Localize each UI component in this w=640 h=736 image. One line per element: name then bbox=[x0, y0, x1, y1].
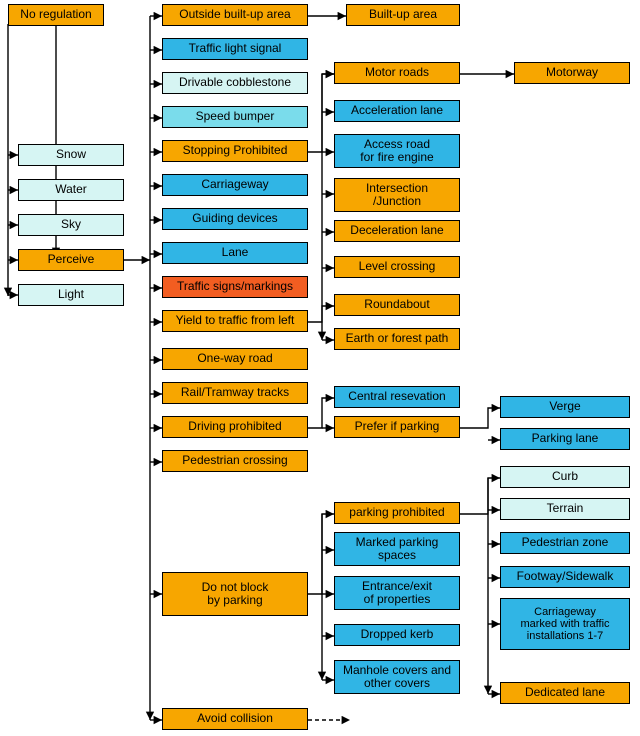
node-sky: Sky bbox=[18, 214, 124, 236]
node-carriageway-marked-installations: Carriageway marked with traffic installa… bbox=[500, 598, 630, 650]
node-dropped-kerb: Dropped kerb bbox=[334, 624, 460, 646]
node-drivable-cobblestone: Drivable cobblestone bbox=[162, 72, 308, 94]
node-entrance-exit-properties: Entrance/exit of properties bbox=[334, 576, 460, 610]
node-motorway: Motorway bbox=[514, 62, 630, 84]
node-one-way-road: One-way road bbox=[162, 348, 308, 370]
node-manhole-covers: Manhole covers and other covers bbox=[334, 660, 460, 694]
node-driving-prohibited: Driving prohibited bbox=[162, 416, 308, 438]
node-snow: Snow bbox=[18, 144, 124, 166]
node-lane: Lane bbox=[162, 242, 308, 264]
node-yield-left: Yield to traffic from left bbox=[162, 310, 308, 332]
node-carriageway: Carriageway bbox=[162, 174, 308, 196]
node-avoid-collision: Avoid collision bbox=[162, 708, 308, 730]
node-dedicated-lane: Dedicated lane bbox=[500, 682, 630, 704]
node-curb: Curb bbox=[500, 466, 630, 488]
node-parking-lane: Parking lane bbox=[500, 428, 630, 450]
node-speed-bumper: Speed bumper bbox=[162, 106, 308, 128]
node-do-not-block-parking: Do not block by parking bbox=[162, 572, 308, 616]
node-pedestrian-zone: Pedestrian zone bbox=[500, 532, 630, 554]
node-prefer-if-parking: Prefer if parking bbox=[334, 416, 460, 438]
node-earth-forest-path: Earth or forest path bbox=[334, 328, 460, 350]
node-pedestrian-crossing: Pedestrian crossing bbox=[162, 450, 308, 472]
node-terrain: Terrain bbox=[500, 498, 630, 520]
node-guiding-devices: Guiding devices bbox=[162, 208, 308, 230]
node-light: Light bbox=[18, 284, 124, 306]
node-parking-prohibited: parking prohibited bbox=[334, 502, 460, 524]
node-fire-access-road: Access road for fire engine bbox=[334, 134, 460, 168]
node-no-regulation: No regulation bbox=[8, 4, 104, 26]
node-roundabout: Roundabout bbox=[334, 294, 460, 316]
node-footway-sidewalk: Footway/Sidewalk bbox=[500, 566, 630, 588]
node-intersection-junction: Intersection /Junction bbox=[334, 178, 460, 212]
node-acceleration-lane: Acceleration lane bbox=[334, 100, 460, 122]
node-water: Water bbox=[18, 179, 124, 201]
node-perceive: Perceive bbox=[18, 249, 124, 271]
node-deceleration-lane: Deceleration lane bbox=[334, 220, 460, 242]
node-outside-builtup: Outside built-up area bbox=[162, 4, 308, 26]
node-motor-roads: Motor roads bbox=[334, 62, 460, 84]
node-built-up-area: Built-up area bbox=[346, 4, 460, 26]
node-verge: Verge bbox=[500, 396, 630, 418]
node-central-reservation: Central resevation bbox=[334, 386, 460, 408]
node-traffic-light-signal: Traffic light signal bbox=[162, 38, 308, 60]
node-traffic-signs-markings: Traffic signs/markings bbox=[162, 276, 308, 298]
node-level-crossing: Level crossing bbox=[334, 256, 460, 278]
node-rail-tramway: Rail/Tramway tracks bbox=[162, 382, 308, 404]
node-marked-parking-spaces: Marked parking spaces bbox=[334, 532, 460, 566]
node-stopping-prohibited: Stopping Prohibited bbox=[162, 140, 308, 162]
